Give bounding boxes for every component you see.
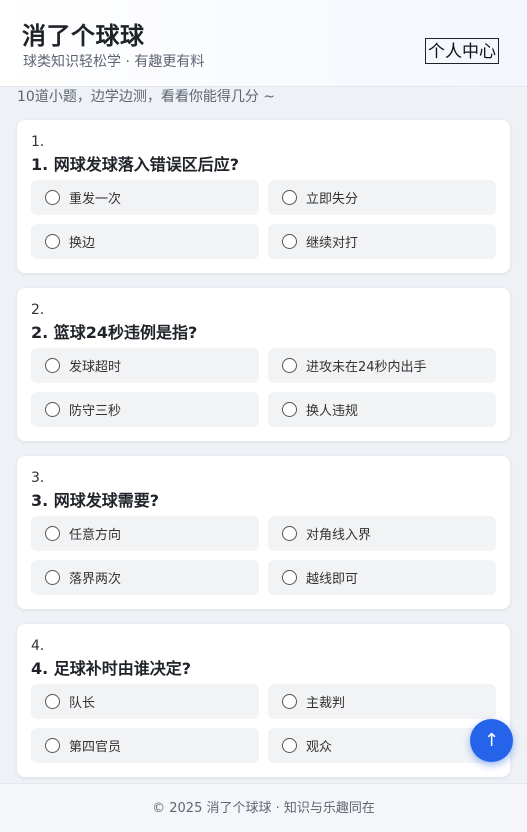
radio-icon[interactable] [45,570,60,585]
question-card: 4. 4. 足球补时由谁决定? 队长 主裁判 第四官员 观众 [17,624,510,777]
question-text: 1. 网球发球落入错误区后应? [31,155,240,174]
question-number: 3. [31,470,45,486]
radio-icon[interactable] [45,526,60,541]
option-label: 对角线入界 [306,528,372,543]
option[interactable]: 重发一次 [31,180,259,215]
question-card: 1. 1. 网球发球落入错误区后应? 重发一次 立即失分 换边 继续对打 [17,120,510,273]
radio-icon[interactable] [282,526,297,541]
option-label: 发球超时 [69,360,122,375]
option-label: 进攻未在24秒内出手 [306,360,427,375]
option[interactable]: 第四官员 [31,728,259,763]
back-to-top-button[interactable]: ↑ [470,719,513,762]
option[interactable]: 进攻未在24秒内出手 [268,348,496,383]
option[interactable]: 主裁判 [268,684,496,719]
option[interactable]: 任意方向 [31,516,259,551]
option-label: 换边 [69,236,96,251]
option[interactable]: 防守三秒 [31,392,259,427]
app-subtitle: 球类知识轻松学 · 有趣更有料 [23,54,205,70]
option[interactable]: 观众 [268,728,496,763]
option-label: 防守三秒 [69,404,122,419]
radio-icon[interactable] [282,402,297,417]
option-label: 继续对打 [306,236,359,251]
footer-copyright: © 2025 消了个球球 · 知识与乐趣同在 [152,801,375,816]
option[interactable]: 换人违规 [268,392,496,427]
app-title: 消了个球球 [22,22,145,50]
question-number: 1. [31,134,45,150]
option[interactable]: 发球超时 [31,348,259,383]
question-text: 2. 篮球24秒违例是指? [31,323,198,342]
option[interactable]: 对角线入界 [268,516,496,551]
option-label: 主裁判 [306,696,346,711]
app-header: 消了个球球 球类知识轻松学 · 有趣更有料 个人中心 [0,0,527,87]
option-label: 重发一次 [69,192,122,207]
question-text: 4. 足球补时由谁决定? [31,659,192,678]
option[interactable]: 落界两次 [31,560,259,595]
option-label: 队长 [69,696,96,711]
page-footer: © 2025 消了个球球 · 知识与乐趣同在 [0,783,527,832]
option[interactable]: 换边 [31,224,259,259]
radio-icon[interactable] [282,694,297,709]
radio-icon[interactable] [282,738,297,753]
radio-icon[interactable] [282,234,297,249]
option-label: 换人违规 [306,404,359,419]
question-card: 3. 3. 网球发球需要? 任意方向 对角线入界 落界两次 越线即可 [17,456,510,609]
radio-icon[interactable] [282,190,297,205]
option-label: 第四官员 [69,740,122,755]
option-label: 观众 [306,740,333,755]
option[interactable]: 继续对打 [268,224,496,259]
option-label: 立即失分 [306,192,359,207]
radio-icon[interactable] [282,358,297,373]
option[interactable]: 越线即可 [268,560,496,595]
radio-icon[interactable] [45,190,60,205]
question-card: 2. 2. 篮球24秒违例是指? 发球超时 进攻未在24秒内出手 防守三秒 换人… [17,288,510,441]
question-number: 4. [31,638,45,654]
radio-icon[interactable] [282,570,297,585]
radio-icon[interactable] [45,694,60,709]
radio-icon[interactable] [45,738,60,753]
quiz-intro: 10道小题，边学边测，看看你能得几分 ~ [17,89,275,105]
radio-icon[interactable] [45,402,60,417]
option-label: 任意方向 [69,528,122,543]
question-text: 3. 网球发球需要? [31,491,160,510]
radio-icon[interactable] [45,358,60,373]
option[interactable]: 立即失分 [268,180,496,215]
user-center-button[interactable]: 个人中心 [425,38,499,64]
option-label: 落界两次 [69,572,122,587]
radio-icon[interactable] [45,234,60,249]
question-number: 2. [31,302,45,318]
option-label: 越线即可 [306,572,359,587]
option[interactable]: 队长 [31,684,259,719]
